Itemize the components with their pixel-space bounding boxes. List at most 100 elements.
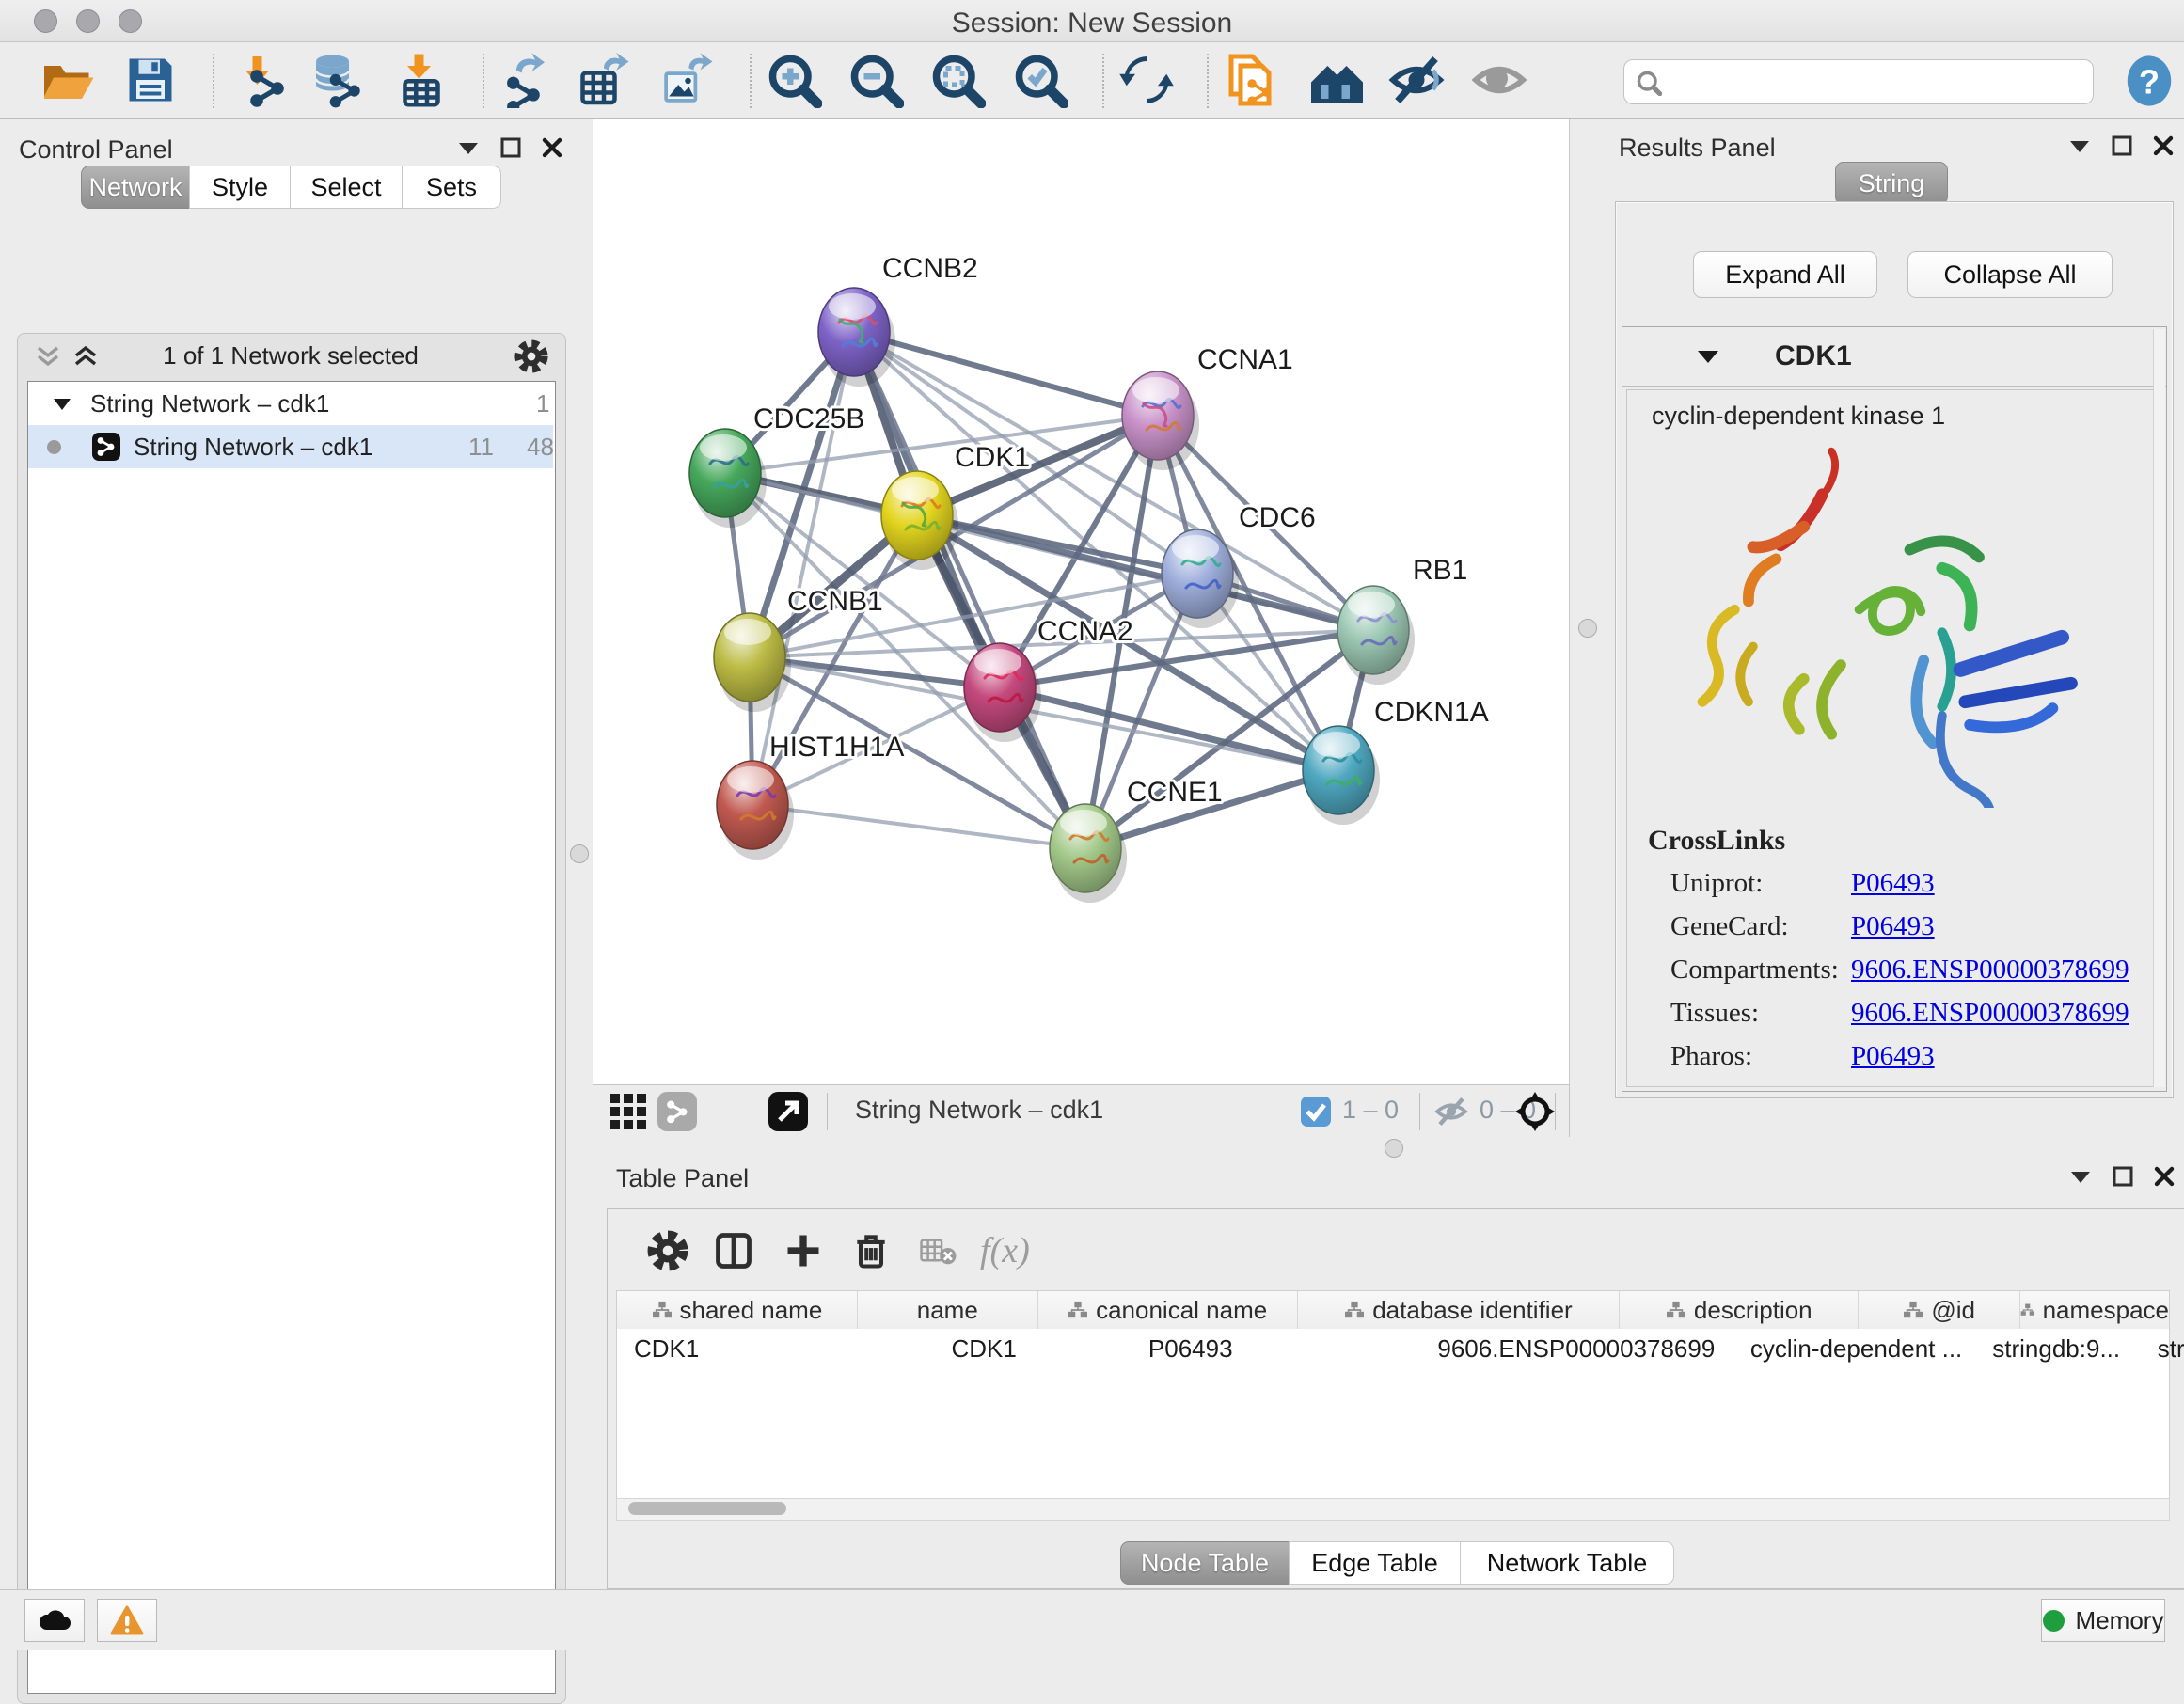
open-in-window-icon[interactable]	[768, 1092, 808, 1131]
network-node-HIST1H1A[interactable]: HIST1H1A	[717, 732, 904, 860]
node-label-HIST1H1A: HIST1H1A	[769, 732, 904, 763]
crosslink-label: Compartments:	[1670, 955, 1839, 986]
network-edge[interactable]	[752, 805, 1085, 848]
column-header[interactable]: database identifier	[1298, 1291, 1621, 1329]
tab-string[interactable]: String	[1835, 162, 1948, 205]
expand-all-button[interactable]: Expand All	[1693, 251, 1877, 298]
collapse-entry-icon[interactable]	[1696, 348, 1720, 365]
crosslink-compartments-link[interactable]: 9606.ENSP00000378699	[1851, 955, 2129, 986]
zoom-in-icon[interactable]	[766, 52, 822, 108]
panel-close-icon[interactable]	[2153, 135, 2174, 156]
import-network-file-icon[interactable]	[231, 52, 288, 108]
help-icon[interactable]: ?	[2122, 54, 2176, 108]
toolbar-search-field[interactable]	[1623, 59, 2094, 104]
zoom-fit-icon[interactable]	[929, 52, 986, 108]
import-table-icon[interactable]	[393, 52, 450, 108]
panel-close-icon[interactable]	[2154, 1166, 2175, 1187]
right-splitter-handle[interactable]	[1578, 619, 1597, 638]
network-collection-row[interactable]: String Network – cdk1 1	[28, 382, 553, 425]
network-node-CCNE1[interactable]: CCNE1	[1050, 777, 1223, 903]
scrollbar-thumb[interactable]	[628, 1502, 786, 1515]
column-header[interactable]: canonical name	[1038, 1291, 1298, 1329]
column-header[interactable]: name	[858, 1291, 1038, 1329]
crosshair-icon[interactable]	[1513, 1090, 1557, 1133]
refresh-icon[interactable]	[1118, 52, 1175, 108]
share-view-icon[interactable]	[657, 1092, 697, 1131]
node-table-body[interactable]: CDK1 CDK1 P06493 9606.ENSP00000378699 cy…	[616, 1329, 2170, 1499]
panel-float-icon[interactable]	[500, 137, 521, 158]
import-network-database-icon[interactable]	[307, 52, 363, 108]
network-node-CDKN1A[interactable]: CDKN1A	[1303, 697, 1489, 825]
network-node-CCNA1[interactable]: CCNA1	[1122, 344, 1293, 470]
horizontal-splitter-handle[interactable]	[1385, 1139, 1403, 1158]
network-edge[interactable]	[854, 332, 1085, 848]
column-header[interactable]: @id	[1859, 1291, 2020, 1329]
tab-network[interactable]: Network	[81, 166, 190, 209]
column-header[interactable]: description	[1620, 1291, 1859, 1329]
tab-node-table[interactable]: Node Table	[1120, 1541, 1290, 1585]
first-neighbors-icon[interactable]	[1306, 52, 1363, 108]
network-node-RB1[interactable]: RB1	[1337, 555, 1467, 685]
crosslink-label: Uniprot:	[1670, 868, 1763, 899]
panel-menu-icon[interactable]	[2068, 138, 2091, 153]
export-table-icon[interactable]	[576, 52, 632, 108]
crosslink-pharos-link[interactable]: P06493	[1851, 1041, 1935, 1072]
table-row[interactable]: CDK1 CDK1 P06493 9606.ENSP00000378699 cy…	[617, 1329, 2169, 1368]
column-header[interactable]: shared name	[617, 1291, 858, 1329]
crosslink-tissues-link[interactable]: 9606.ENSP00000378699	[1851, 998, 2129, 1029]
export-network-icon[interactable]	[493, 52, 549, 108]
network-options-gear-icon[interactable]	[514, 339, 548, 373]
export-image-icon[interactable]	[658, 52, 715, 108]
delete-column-icon[interactable]	[850, 1230, 892, 1271]
node-label-CCNE1: CCNE1	[1127, 777, 1223, 808]
tree-expand-icon[interactable]	[53, 397, 71, 411]
tab-select[interactable]: Select	[290, 166, 403, 209]
tab-network-table[interactable]: Network Table	[1460, 1541, 1674, 1585]
results-scrollbar[interactable]	[2153, 329, 2165, 1087]
tab-style[interactable]: Style	[189, 166, 291, 209]
node-card-header[interactable]: CDK1	[1622, 327, 2166, 387]
collapse-all-chevron-icon[interactable]	[35, 345, 63, 370]
zoom-selected-icon[interactable]	[1012, 52, 1068, 108]
network-graph[interactable]: CCNB2CCNA1CDC25BCDK1CDC6RB1CCNB1CCNA2CDK…	[593, 119, 1569, 1084]
tab-edge-table[interactable]: Edge Table	[1289, 1541, 1461, 1585]
warning-status-button[interactable]	[97, 1599, 157, 1642]
expand-all-chevron-icon[interactable]	[72, 345, 101, 370]
open-session-icon[interactable]	[40, 52, 96, 108]
selected-checkbox[interactable]	[1301, 1097, 1331, 1127]
panel-float-icon[interactable]	[2112, 135, 2132, 156]
grid-view-icon[interactable]	[609, 1092, 648, 1131]
column-header[interactable]: namespace	[2020, 1291, 2169, 1329]
left-splitter-handle[interactable]	[570, 844, 589, 863]
table-options-gear-icon[interactable]	[647, 1230, 688, 1271]
panel-menu-icon[interactable]	[2069, 1169, 2092, 1184]
table-panel-title: Table Panel	[616, 1164, 749, 1193]
network-row-selected[interactable]: String Network – cdk1 11 48	[28, 425, 553, 468]
zoom-out-icon[interactable]	[847, 52, 904, 108]
function-builder-icon: f(x)	[980, 1230, 1030, 1271]
node-label-RB1: RB1	[1413, 555, 1467, 586]
new-network-from-selection-icon[interactable]	[1222, 52, 1278, 108]
memory-button[interactable]: Memory	[2041, 1599, 2165, 1642]
network-canvas[interactable]: CCNB2CCNA1CDC25BCDK1CDC6RB1CCNB1CCNA2CDK…	[593, 119, 1570, 1084]
entry-name: CDK1	[1775, 340, 1852, 372]
node-count: 11	[468, 425, 494, 468]
control-panel: Control Panel Network Style Select Sets …	[0, 118, 593, 1589]
network-node-CCNB2[interactable]: CCNB2	[818, 253, 978, 387]
crosslink-uniprot-link[interactable]: P06493	[1851, 868, 1935, 899]
show-columns-icon[interactable]	[713, 1230, 754, 1271]
panel-float-icon[interactable]	[2113, 1166, 2133, 1187]
crosslink-genecard-link[interactable]: P06493	[1851, 911, 1935, 942]
hidden-eye-icon[interactable]	[1434, 1095, 1468, 1128]
create-column-icon[interactable]	[783, 1230, 824, 1271]
memory-status-dot	[2043, 1610, 2065, 1632]
search-input[interactable]	[1670, 64, 2078, 98]
table-horizontal-scrollbar[interactable]	[616, 1498, 2170, 1521]
collapse-all-button[interactable]: Collapse All	[1907, 251, 2113, 298]
cloud-status-button[interactable]	[24, 1599, 85, 1642]
show-hide-icon[interactable]	[1388, 52, 1445, 108]
save-session-icon[interactable]	[122, 52, 179, 108]
tab-sets[interactable]: Sets	[402, 166, 501, 209]
panel-close-icon[interactable]	[542, 137, 562, 158]
panel-menu-icon[interactable]	[457, 140, 480, 155]
